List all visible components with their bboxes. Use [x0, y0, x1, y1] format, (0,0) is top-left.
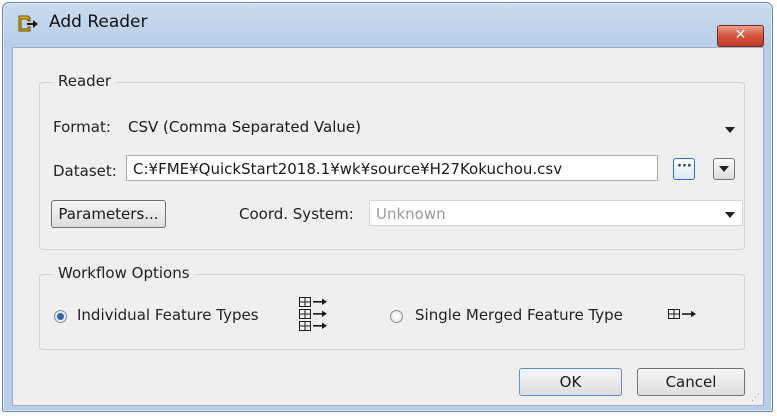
single-feature-type-icon	[668, 309, 696, 319]
single-merged-feature-type-label: Single Merged Feature Type	[415, 306, 623, 324]
format-label: Format:	[53, 118, 111, 136]
dataset-input[interactable]: C:¥FME¥QuickStart2018.1¥wk¥source¥H27Kok…	[126, 155, 658, 181]
dialog-body: Reader Format: CSV (Comma Separated Valu…	[12, 47, 764, 406]
individual-feature-types-radio[interactable]	[54, 310, 67, 323]
parameters-button-label: Parameters...	[58, 205, 159, 223]
close-icon: ✕	[734, 27, 747, 43]
format-select[interactable]: CSV (Comma Separated Value)	[122, 114, 734, 140]
ok-button-label: OK	[559, 373, 582, 391]
cancel-button[interactable]: Cancel	[637, 368, 745, 396]
format-dropdown-arrow[interactable]	[725, 127, 735, 133]
reader-group-label: Reader	[54, 72, 116, 90]
ok-button[interactable]: OK	[519, 368, 622, 396]
single-merged-feature-type-radio[interactable]	[390, 310, 403, 323]
coord-system-select[interactable]: Unknown	[369, 200, 743, 226]
dataset-options-button[interactable]	[713, 158, 735, 180]
dataset-value: C:¥FME¥QuickStart2018.1¥wk¥source¥H27Kok…	[133, 160, 563, 178]
multiple-feature-types-icon	[299, 297, 327, 331]
ellipsis-icon: ···	[677, 159, 692, 174]
format-value: CSV (Comma Separated Value)	[128, 118, 361, 136]
workflow-options-label: Workflow Options	[54, 264, 194, 282]
browse-button[interactable]: ···	[673, 158, 695, 180]
chevron-down-icon	[719, 166, 729, 172]
coord-system-value: Unknown	[376, 205, 446, 223]
close-button[interactable]: ✕	[717, 25, 764, 47]
individual-feature-types-label: Individual Feature Types	[77, 306, 259, 324]
coord-system-dropdown-arrow[interactable]	[725, 212, 735, 218]
parameters-button[interactable]: Parameters...	[51, 200, 166, 228]
title-bar[interactable]: Add Reader ✕	[3, 3, 772, 47]
dataset-label: Dataset:	[53, 162, 117, 180]
cancel-button-label: Cancel	[665, 373, 717, 391]
add-reader-dialog: Add Reader ✕ Reader Format: CSV (Comma S…	[2, 2, 773, 412]
add-reader-icon	[18, 15, 38, 32]
resize-grip[interactable]: ⋰	[751, 393, 760, 403]
dialog-title: Add Reader	[49, 12, 148, 32]
coord-system-label: Coord. System:	[239, 205, 354, 223]
